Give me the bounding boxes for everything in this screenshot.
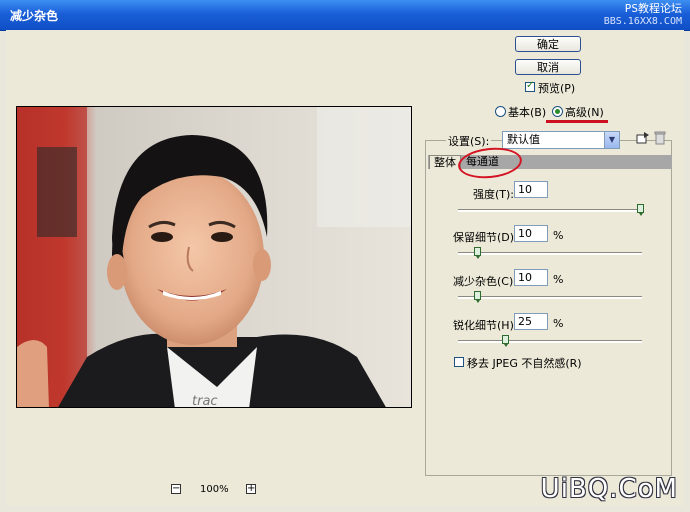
preserve-details-label: 保留细节(D): — [453, 231, 518, 244]
reduce-color-noise-unit: % — [553, 273, 564, 286]
advanced-radio[interactable] — [552, 106, 563, 117]
strength-input[interactable]: 10 — [514, 181, 548, 198]
settings-group — [425, 140, 672, 476]
remove-jpeg-label: 移去 JPEG 不自然感(R) — [467, 357, 582, 370]
basic-label: 基本(B) — [508, 106, 547, 119]
annotation-underline — [546, 120, 608, 123]
reduce-color-noise-label: 减少杂色(C): — [453, 275, 517, 288]
window-title: 减少杂色 — [10, 9, 59, 23]
preserve-details-slider-track[interactable] — [458, 252, 642, 255]
remove-jpeg-checkbox[interactable] — [454, 357, 464, 367]
watermark-top-line2: BBS.16XX8.COM — [603, 16, 682, 27]
advanced-label: 高级(N) — [565, 106, 604, 119]
preview-image[interactable]: trac — [16, 106, 412, 408]
cancel-button[interactable]: 取消 — [515, 59, 581, 75]
preview-label: 预览(P) — [538, 82, 576, 95]
settings-dropdown[interactable]: 默认值 ▼ — [502, 131, 620, 149]
shirt-text: trac — [192, 394, 218, 408]
reduce-color-noise-input[interactable]: 10 — [514, 269, 548, 286]
zoom-out-icon[interactable]: − — [171, 484, 181, 494]
tab-overall[interactable]: 整体 — [429, 155, 461, 169]
strength-slider-thumb[interactable] — [637, 204, 644, 216]
watermark-top-line1: PS教程论坛 — [624, 2, 682, 15]
preserve-details-unit: % — [553, 229, 564, 242]
zoom-in-icon[interactable]: + — [246, 484, 256, 494]
strength-slider-track[interactable] — [458, 209, 642, 212]
settings-value: 默认值 — [507, 133, 540, 146]
watermark-top: PS教程论坛 BBS.16XX8.COM — [604, 2, 682, 28]
dropdown-arrow-icon: ▼ — [604, 132, 619, 148]
ok-button[interactable]: 确定 — [515, 36, 581, 52]
save-settings-icon[interactable] — [636, 131, 650, 145]
portrait-photo: trac — [17, 107, 411, 408]
settings-label: 设置(S): — [446, 133, 492, 149]
preserve-details-input[interactable]: 10 — [514, 225, 548, 242]
reduce-color-noise-slider-track[interactable] — [458, 296, 642, 299]
preview-checkbox[interactable] — [525, 80, 535, 92]
sharpen-details-slider-track[interactable] — [458, 340, 642, 343]
strength-label: 强度(T): — [473, 188, 515, 201]
title-bar: 减少杂色 PS教程论坛 BBS.16XX8.COM — [0, 0, 690, 31]
zoom-level: 100% — [200, 484, 229, 495]
reduce-color-noise-slider-thumb[interactable] — [474, 291, 481, 303]
sharpen-details-unit: % — [553, 317, 564, 330]
sharpen-details-label: 锐化细节(H): — [453, 319, 518, 332]
preserve-details-slider-thumb[interactable] — [474, 247, 481, 259]
delete-settings-icon[interactable] — [654, 131, 666, 145]
sharpen-details-input[interactable]: 25 — [514, 313, 548, 330]
watermark-bottom: UiBQ.CoM — [540, 474, 678, 504]
sharpen-details-slider-thumb[interactable] — [502, 335, 509, 347]
basic-radio[interactable] — [495, 106, 506, 117]
